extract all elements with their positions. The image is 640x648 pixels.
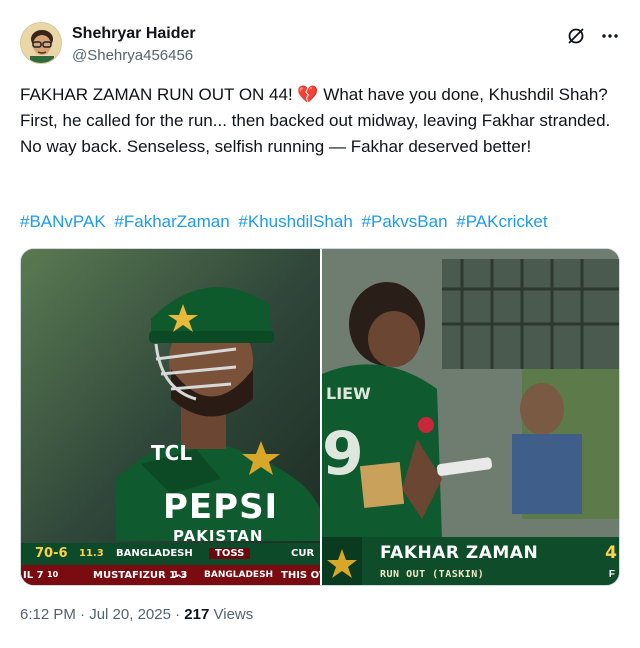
- player-back-illustration: LIEW 9: [322, 249, 619, 585]
- scorebar-right: FAKHAR ZAMAN RUN OUT (TASKIN) 4 F: [322, 537, 619, 585]
- target-line: IL 7: [23, 570, 44, 581]
- toss-label: TOSS: [209, 548, 251, 559]
- bowler-overs: 1.3: [173, 570, 188, 579]
- avatar-illustration: [21, 23, 61, 63]
- jersey-sponsor-pepsi: PEPSI: [163, 487, 279, 527]
- batting-team: BANGLADESH: [116, 548, 193, 559]
- svg-text:9: 9: [322, 419, 364, 489]
- overs: 11.3: [79, 548, 104, 559]
- cur-label: CUR: [291, 548, 315, 559]
- tweet-time[interactable]: 6:12 PM: [20, 606, 76, 623]
- grok-icon[interactable]: [566, 26, 586, 46]
- tweet-date[interactable]: Jul 20, 2025: [89, 606, 171, 623]
- meta-separator: ·: [80, 606, 86, 623]
- dismissal-status: RUN OUT (TASKIN): [380, 569, 485, 580]
- author-display-name[interactable]: Shehryar Haider: [72, 24, 196, 44]
- this-over-label: THIS OV: [281, 570, 320, 581]
- scorebar-left: 70-6 11.3 BANGLADESH TOSS CUR IL 7 10 MU…: [21, 543, 320, 585]
- more-icon[interactable]: [600, 26, 620, 46]
- player-name: FAKHAR ZAMAN: [380, 543, 539, 563]
- media-image-left[interactable]: TCL PEPSI PAKISTAN 70-6 11.3 BANGLADESH …: [21, 249, 320, 585]
- pak-star-badge: [322, 537, 362, 585]
- media-image-right[interactable]: LIEW 9 FAKHAR ZAMAN RUN OUT (TASKIN) 4 F: [322, 249, 619, 585]
- author-handle[interactable]: @Shehrya456456: [72, 46, 196, 66]
- player-helmet-illustration: [21, 249, 320, 585]
- hashtag-link[interactable]: #KhushdilShah: [238, 212, 352, 231]
- meta-separator: ·: [175, 606, 181, 623]
- target-balls: 10: [47, 570, 59, 579]
- tweet-header: Shehryar Haider @Shehrya456456: [20, 22, 620, 70]
- hashtag-link[interactable]: #BANvPAK: [20, 212, 106, 231]
- tweet-text: FAKHAR ZAMAN RUN OUT ON 44! 💔 What have …: [20, 85, 611, 156]
- score: 70-6: [35, 546, 68, 561]
- views-count: 217: [184, 606, 210, 623]
- hashtag-row: #BANvPAK #FakharZaman #KhushdilShah #Pak…: [20, 210, 620, 234]
- tweet-media[interactable]: TCL PEPSI PAKISTAN 70-6 11.3 BANGLADESH …: [20, 248, 620, 586]
- tweet-meta: 6:12 PM · Jul 20, 2025 · 217 Views: [20, 606, 253, 623]
- scorebar-trailing: F: [608, 569, 615, 580]
- player-score: 4: [605, 543, 617, 563]
- toss-team: BANGLADESH: [204, 570, 274, 580]
- views-label: Views: [213, 606, 254, 623]
- svg-text:LIEW: LIEW: [326, 384, 371, 403]
- author-avatar[interactable]: [20, 22, 62, 64]
- hashtag-link[interactable]: #PAKcricket: [456, 212, 547, 231]
- hashtag-link[interactable]: #PakvsBan: [362, 212, 448, 231]
- hashtag-link[interactable]: #FakharZaman: [114, 212, 229, 231]
- jersey-sponsor-tcl: TCL: [151, 441, 193, 465]
